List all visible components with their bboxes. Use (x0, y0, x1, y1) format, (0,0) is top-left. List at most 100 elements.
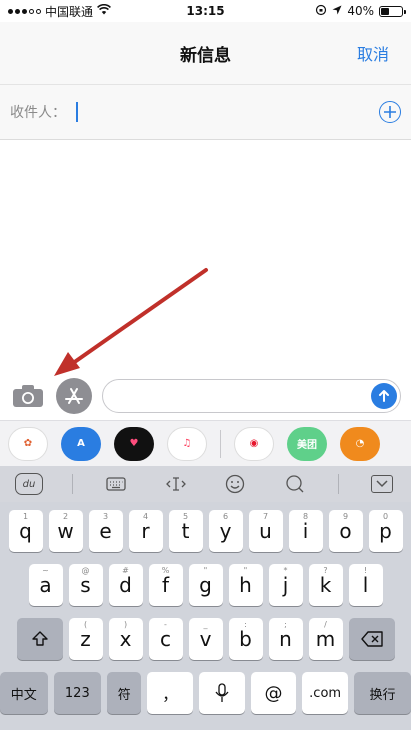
photos-app-icon[interactable]: ✿ (8, 426, 48, 461)
key-y[interactable]: 6y (208, 510, 243, 552)
dotcom-key[interactable]: .com (302, 672, 348, 714)
key-d[interactable]: # d (108, 564, 143, 606)
key-x[interactable]: ) x (108, 618, 143, 660)
key-hint: _ (203, 620, 208, 629)
key-hint: ! (363, 566, 368, 575)
keyboard-switch-button[interactable] (99, 471, 133, 497)
search-icon (286, 475, 304, 493)
appstore-app-icon[interactable]: A (61, 426, 101, 461)
key-u[interactable]: 7u (248, 510, 283, 552)
key-hint: ~ (42, 566, 49, 575)
camera-button[interactable] (10, 381, 46, 411)
status-left: 中国联通 (8, 3, 111, 20)
annotation-arrow (54, 268, 208, 376)
key-hint: ( (83, 620, 88, 629)
key-label: x (119, 627, 132, 651)
comma-key[interactable]: ， (147, 672, 193, 714)
keyboard-row-1: 1q2w3e4r5t6y7u8i9o0p (0, 510, 411, 552)
uc-browser-app-icon[interactable]: ◔ (340, 426, 380, 461)
key-z[interactable]: (z (68, 618, 103, 660)
key-hint: 6 (222, 512, 229, 521)
apps-button[interactable] (56, 378, 92, 414)
key-a[interactable]: ~ a (28, 564, 63, 606)
search-button[interactable] (278, 471, 312, 497)
keyboard-row-4: 中文 123 符 ， @ .com 换行 (0, 672, 411, 714)
key-b[interactable]: :b (228, 618, 263, 660)
key-hint: 3 (102, 512, 109, 521)
key-w[interactable]: 2w (48, 510, 83, 552)
key-label: k (319, 573, 332, 597)
key-hint: # (122, 566, 129, 575)
voice-input-key[interactable] (198, 672, 245, 714)
status-bar: 中国联通 13:15 40% (0, 0, 411, 22)
key-p[interactable]: 0p (368, 510, 403, 552)
key-hint: ) (123, 620, 128, 629)
key-hint: ? (323, 566, 328, 575)
cancel-button[interactable]: 取消 (357, 41, 389, 65)
arrow-up-icon (379, 390, 389, 402)
number-mode-key[interactable]: 123 (53, 672, 102, 714)
send-button[interactable] (371, 383, 397, 409)
shift-key[interactable] (16, 618, 63, 660)
key-hint: 0 (382, 512, 389, 521)
chinese-mode-key[interactable]: 中文 (0, 672, 48, 714)
recipient-input[interactable] (82, 97, 379, 127)
symbol-mode-key[interactable]: 符 (107, 672, 142, 714)
key-n[interactable]: ; n (268, 618, 303, 660)
key-e[interactable]: 3e (88, 510, 123, 552)
key-l[interactable]: ! l (348, 564, 383, 606)
text-cursor (76, 102, 78, 122)
emoji-button[interactable] (218, 471, 252, 497)
meituan-app-icon[interactable]: 美团 (287, 426, 327, 461)
key-label: a (39, 573, 52, 597)
key-r[interactable]: 4r (128, 510, 163, 552)
key-hint: - (164, 620, 167, 629)
cursor-move-button[interactable] (159, 471, 193, 497)
key-hint: % (161, 566, 170, 575)
key-i[interactable]: 8i (288, 510, 323, 552)
key-label: u (259, 519, 272, 543)
toolbar-divider (338, 474, 340, 494)
key-hint: " (243, 566, 248, 575)
digital-touch-app-icon[interactable]: ♥ (114, 426, 154, 461)
music-app-icon[interactable]: ♫ (167, 426, 207, 461)
nav-bar: 新信息 取消 (0, 22, 411, 84)
key-q[interactable]: 1q (8, 510, 43, 552)
key-hint: 9 (342, 512, 349, 521)
shift-icon (31, 631, 48, 646)
key-label: s (80, 573, 91, 597)
key-t[interactable]: 5t (168, 510, 203, 552)
key-label: y (219, 519, 232, 543)
key-f[interactable]: % f (148, 564, 183, 606)
key-hint: 2 (62, 512, 69, 521)
key-j[interactable]: * j (268, 564, 303, 606)
at-key[interactable]: @ (250, 672, 297, 714)
message-input[interactable] (102, 379, 401, 413)
add-contact-button[interactable] (379, 101, 401, 123)
collapse-keyboard-button[interactable] (365, 471, 399, 497)
weibo-app-icon[interactable]: ◉ (234, 426, 274, 461)
page-title: 新信息 (180, 45, 231, 66)
signal-strength-icon (8, 8, 41, 14)
key-v[interactable]: _ v (188, 618, 223, 660)
delete-key[interactable] (348, 618, 395, 660)
key-hint: : (244, 620, 247, 629)
key-hint: 4 (142, 512, 149, 521)
recipient-row: 收件人： (0, 84, 411, 140)
key-c[interactable]: -c (148, 618, 183, 660)
return-key[interactable]: 换行 (353, 672, 411, 714)
battery-level-fill (381, 7, 389, 15)
key-label: e (99, 519, 112, 543)
key-label: c (160, 627, 171, 651)
key-hint: 1 (22, 512, 29, 521)
key-hint: 7 (262, 512, 269, 521)
key-s[interactable]: @ s (68, 564, 103, 606)
baidu-input-logo-button[interactable]: du (12, 471, 46, 497)
key-h[interactable]: " h (228, 564, 263, 606)
key-o[interactable]: 9o (328, 510, 363, 552)
key-label: w (57, 519, 74, 543)
location-icon (332, 4, 342, 18)
key-g[interactable]: " g (188, 564, 223, 606)
key-k[interactable]: ? k (308, 564, 343, 606)
key-m[interactable]: / m (308, 618, 343, 660)
